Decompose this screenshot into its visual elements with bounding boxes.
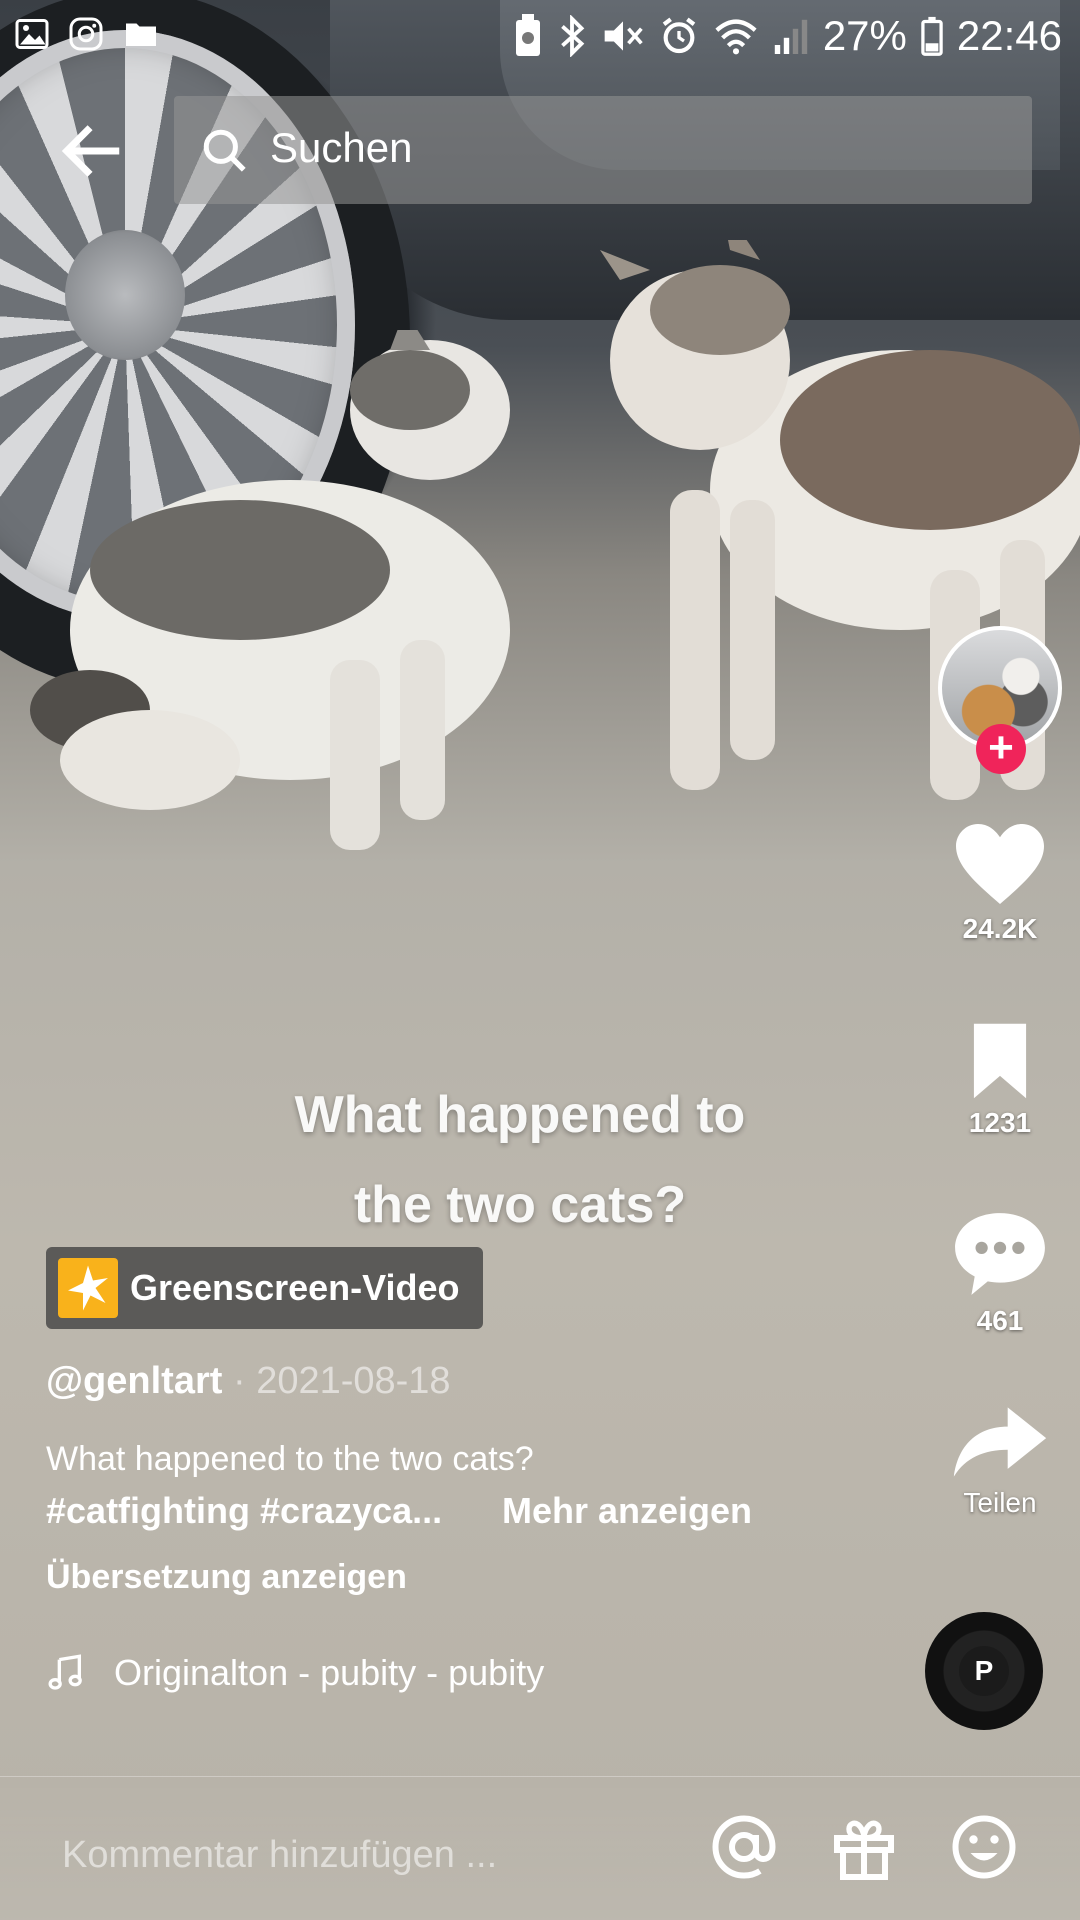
- folder-icon: [126, 23, 156, 46]
- back-arrow-icon[interactable]: [58, 116, 128, 186]
- comment-count: 461: [976, 1305, 1024, 1336]
- share-label: Teilen: [963, 1487, 1037, 1518]
- alarm-icon: [662, 17, 696, 54]
- author-line: @genltart · 2021-08-18: [46, 1360, 451, 1403]
- effect-label: Greenscreen-Video: [130, 1267, 460, 1308]
- follow-button[interactable]: +: [976, 724, 1026, 774]
- share-arrow-icon: [953, 1407, 1047, 1477]
- gallery-icon: [15, 19, 49, 49]
- status-bar: 27% 22:46: [0, 0, 1080, 72]
- save-count: 1231: [968, 1107, 1032, 1138]
- mute-icon: [604, 21, 643, 51]
- sound-disc[interactable]: P: [925, 1612, 1043, 1730]
- sparkle-effect-icon: [58, 1258, 118, 1318]
- save-button[interactable]: 1231: [930, 1020, 1070, 1139]
- status-right-icons: 27% 22:46: [513, 12, 1062, 60]
- left-cat-illustration: [30, 330, 510, 850]
- music-note-icon: [48, 1654, 82, 1690]
- heart-icon: [956, 824, 1044, 904]
- like-count: 24.2K: [962, 913, 1038, 944]
- comment-bubble-icon: [955, 1213, 1045, 1295]
- mention-at-icon[interactable]: [708, 1811, 780, 1883]
- bluetooth-icon: [561, 15, 585, 57]
- battery-saver-icon: [515, 14, 540, 56]
- share-button[interactable]: Teilen: [930, 1402, 1070, 1519]
- overlay-caption-line-1: What happened to: [294, 1086, 746, 1144]
- signal-icon: [774, 19, 808, 54]
- status-left-icons: [14, 16, 160, 52]
- clock: 22:46: [956, 12, 1062, 59]
- gift-icon[interactable]: [828, 1811, 900, 1883]
- video-overlay-caption: What happened to the two cats?: [220, 1070, 820, 1250]
- top-bar: Suchen: [0, 96, 1080, 204]
- author-handle[interactable]: @genltart: [46, 1360, 222, 1402]
- post-date: 2021-08-18: [256, 1360, 451, 1402]
- comment-input[interactable]: [60, 1829, 624, 1881]
- comment-bar: [0, 1776, 1080, 1920]
- search-field[interactable]: Suchen: [174, 96, 1032, 204]
- sound-title: Originalton - pubity - pubity: [114, 1652, 545, 1693]
- battery-icon: [921, 16, 943, 56]
- instagram-icon: [69, 17, 103, 51]
- separator-dot: ·: [232, 1360, 257, 1402]
- emoji-icon[interactable]: [948, 1811, 1020, 1883]
- effect-chip[interactable]: Greenscreen-Video: [46, 1247, 483, 1329]
- sound-row[interactable]: Originalton - pubity - pubity: [46, 1652, 544, 1694]
- show-more-link[interactable]: Mehr anzeigen: [502, 1490, 752, 1532]
- bookmark-icon: [973, 1023, 1027, 1099]
- hashtags[interactable]: #catfighting #crazyca...: [46, 1490, 442, 1532]
- video-screen[interactable]: 27% 22:46 Suchen + 24.2K 1231 461 Teilen…: [0, 0, 1080, 1920]
- overlay-caption-line-2: the two cats?: [353, 1176, 687, 1234]
- battery-percent: 27%: [822, 12, 907, 59]
- pubity-logo-icon: P: [959, 1646, 1009, 1696]
- comment-button[interactable]: 461: [930, 1208, 1070, 1337]
- video-description: What happened to the two cats?: [46, 1440, 534, 1478]
- search-placeholder: Suchen: [270, 124, 413, 171]
- like-button[interactable]: 24.2K: [930, 820, 1070, 945]
- wifi-icon: [715, 19, 757, 55]
- translate-link[interactable]: Übersetzung anzeigen: [46, 1558, 407, 1597]
- search-icon: [203, 129, 246, 172]
